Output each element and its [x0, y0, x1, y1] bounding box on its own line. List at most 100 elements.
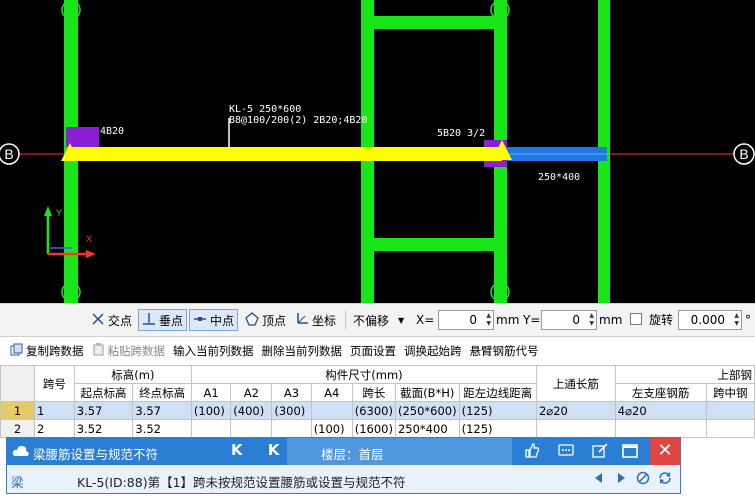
spin-arrows-icon[interactable]: ▲ ▼ — [589, 312, 594, 328]
notification-message[interactable]: KL-5(ID:88)第【1】跨未按规范设置腰筋或设置与规范不符 — [77, 472, 406, 491]
x-coordinate-input[interactable]: 0 ▲ ▼ — [438, 310, 494, 330]
row-number[interactable]: 1 — [0, 401, 35, 420]
floor-indicator: 楼层：首层 — [287, 438, 512, 465]
cloud-icon — [12, 443, 30, 462]
cell-end-elev[interactable]: 3.57 — [132, 401, 192, 420]
column-header-start-elev[interactable]: 起点标高 — [73, 383, 134, 402]
snap-coordinate-button[interactable]: 坐标 — [292, 309, 339, 331]
rotate-label: 旋转 — [649, 313, 674, 327]
cell-start-elev[interactable]: 3.57 — [73, 401, 134, 420]
spin-arrows-icon[interactable]: ▲ ▼ — [734, 312, 739, 328]
cell-section[interactable]: (250*600) — [394, 401, 460, 420]
cantilever-code-button[interactable]: 悬臂钢筋代号 — [470, 343, 539, 359]
cell-top-through[interactable] — [535, 419, 616, 438]
cell-span-length[interactable]: (6300) — [351, 401, 396, 420]
comment-icon[interactable] — [557, 442, 575, 460]
page-setup-label: 页面设置 — [350, 344, 396, 358]
cell-start-elev[interactable]: 3.52 — [73, 419, 134, 438]
notification-category: 梁 — [11, 475, 24, 490]
column-header-member-size: 构件尺寸(mm) — [190, 365, 537, 384]
notification-body: 梁 KL-5(ID:88)第【1】跨未按规范设置腰筋或设置与规范不符 — [7, 466, 680, 493]
cell-a3[interactable]: (300) — [271, 401, 312, 420]
y-coordinate-label: Y= — [523, 313, 541, 327]
span-data-grid[interactable]: 跨号 标高(m) 构件尺寸(mm) 上通长筋 上部钢 起点标高 终点标高 A1 … — [0, 365, 755, 445]
support-left — [66, 127, 99, 147]
cell-left-support[interactable] — [614, 419, 707, 438]
edit-icon[interactable] — [591, 442, 609, 460]
cell-section[interactable]: 250*400 — [394, 419, 460, 438]
column-header-end-elev[interactable]: 终点标高 — [132, 383, 192, 402]
row-number[interactable]: 2 — [0, 419, 35, 438]
cell-left-support[interactable]: 4⌀20 — [614, 401, 707, 420]
cell-a1[interactable]: (100) — [190, 401, 232, 420]
wall-horizontal-top[interactable] — [361, 16, 507, 29]
page-setup-button[interactable]: 页面设置 — [350, 343, 396, 359]
cell-span-no[interactable]: 1 — [33, 401, 75, 420]
table-row[interactable]: 2 2 3.52 3.52 (100) (1600) 250*400 (125) — [0, 419, 755, 438]
y-coordinate-value: 0 — [572, 313, 580, 327]
rotate-input[interactable]: 0.000 ▲ ▼ — [678, 310, 742, 330]
snap-toolbar: 交点 垂点 中点 顶点 坐标 不偏移 ▼ X= 0 ▲ ▼ mm Y= 0 ▲ ▼ — [0, 303, 755, 337]
column-header-a3[interactable]: A3 — [271, 383, 312, 402]
spin-arrows-icon[interactable]: ▲ ▼ — [486, 312, 491, 328]
cad-drawing[interactable]: B B KL-5 250*600 B8@100/200(2) 2B20;4B20… — [0, 0, 755, 303]
notification-title: 梁腰筋设置与规范不符 — [33, 447, 159, 462]
snap-vertex-label: 顶点 — [262, 313, 287, 328]
column-header-top-through[interactable]: 上通长筋 — [535, 365, 616, 402]
column-header-a4[interactable]: A4 — [310, 383, 353, 402]
cell-mid-span[interactable] — [705, 401, 755, 420]
cantilever-code-label: 悬臂钢筋代号 — [469, 344, 539, 358]
toolbar-separator — [345, 310, 346, 330]
table-row[interactable]: 1 1 3.57 3.57 (100) (400) (300) (6300) (… — [0, 401, 755, 420]
wall-horizontal-bottom[interactable] — [361, 238, 507, 251]
cell-left-edge[interactable]: (125) — [458, 419, 537, 438]
cell-a3[interactable] — [271, 419, 312, 438]
column-header-span-no[interactable]: 跨号 — [33, 365, 75, 402]
cell-a1[interactable] — [190, 419, 232, 438]
snap-intersection-button[interactable]: 交点 — [88, 309, 135, 331]
cell-a4[interactable]: (100) — [310, 419, 353, 438]
cell-span-length[interactable]: (1600) — [351, 419, 396, 438]
input-column-data-button[interactable]: 输入当前列数据 — [173, 343, 254, 359]
cell-top-through[interactable]: 2⌀20 — [535, 401, 616, 420]
y-coordinate-input[interactable]: 0 ▲ ▼ — [541, 310, 597, 330]
refresh-icon[interactable] — [658, 471, 672, 488]
snap-vertex-button[interactable]: 顶点 — [242, 309, 289, 331]
beam-span-1[interactable] — [70, 147, 502, 161]
ucs-y-label: Y — [56, 208, 62, 218]
cell-a2[interactable]: (400) — [230, 401, 273, 420]
cell-end-elev[interactable]: 3.52 — [132, 419, 192, 438]
ignore-icon[interactable] — [636, 471, 650, 488]
next-icon[interactable] — [614, 471, 628, 488]
snap-perpendicular-button[interactable]: 垂点 — [138, 309, 188, 331]
swap-start-span-button[interactable]: 调换起始跨 — [404, 343, 462, 359]
column-header-mid-span[interactable]: 跨中钢 — [705, 383, 755, 402]
delete-column-data-button[interactable]: 删除当前列数据 — [262, 343, 343, 359]
notification-nav-buttons[interactable]: K K — [231, 441, 289, 459]
column-header-a2[interactable]: A2 — [230, 383, 273, 402]
maximize-icon[interactable] — [621, 442, 639, 460]
column-header-span-length[interactable]: 跨长 — [351, 383, 396, 402]
snap-midpoint-button[interactable]: 中点 — [189, 309, 239, 331]
cell-span-no[interactable]: 2 — [33, 419, 75, 438]
offset-mode-dropdown[interactable]: 不偏移 ▼ — [350, 309, 412, 331]
copy-span-data-button[interactable]: 复制跨数据 — [10, 343, 84, 359]
cell-a2[interactable] — [230, 419, 273, 438]
vertex-icon — [245, 311, 259, 329]
notification-close-button[interactable]: ✕ — [650, 438, 680, 465]
degree-label: ° — [745, 313, 751, 327]
column-header-left-support[interactable]: 左支座钢筋 — [614, 383, 707, 402]
cell-a4[interactable] — [310, 401, 353, 420]
rotate-checkbox[interactable] — [630, 313, 642, 325]
beam-label-stirrup: B8@100/200(2) 2B20;4B20 — [229, 115, 367, 126]
previous-icon[interactable] — [592, 471, 606, 488]
cell-left-edge[interactable]: (125) — [458, 401, 537, 420]
paste-span-data-button[interactable]: 粘贴跨数据 — [92, 343, 165, 359]
column-header-left-edge[interactable]: 距左边线距离 — [458, 383, 537, 402]
cell-mid-span[interactable] — [705, 419, 755, 438]
column-header-section[interactable]: 截面(B*H) — [394, 383, 460, 402]
column-header-a1[interactable]: A1 — [190, 383, 232, 402]
snap-intersection-label: 交点 — [108, 313, 133, 328]
cad-canvas[interactable]: B B KL-5 250*600 B8@100/200(2) 2B20;4B20… — [0, 0, 755, 303]
thumbs-up-icon[interactable] — [523, 442, 541, 460]
